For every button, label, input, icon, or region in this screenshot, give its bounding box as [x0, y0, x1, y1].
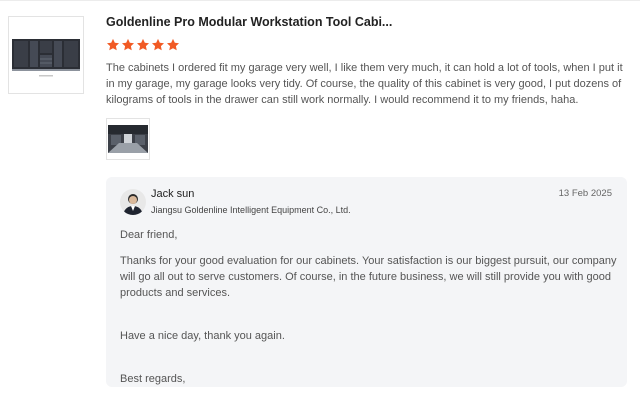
- star-rating: [106, 38, 180, 52]
- reply-body: Dear friend, Thanks for your good evalua…: [120, 227, 620, 387]
- reply-signoff: Best regards,: [120, 373, 186, 385]
- seller-reply: Jack sun Jiangsu Goldenline Intelligent …: [106, 177, 627, 387]
- star-icon: [151, 38, 165, 51]
- reply-closing: Have a nice day, thank you again.: [120, 330, 285, 342]
- reply-paragraph: Thanks for your good evaluation for our …: [120, 255, 617, 299]
- top-divider: [0, 0, 640, 1]
- reply-company: Jiangsu Goldenline Intelligent Equipment…: [151, 205, 351, 215]
- reply-date: 13 Feb 2025: [558, 188, 612, 199]
- tool-cabinet-image: [9, 17, 83, 93]
- review-photo[interactable]: [106, 118, 150, 160]
- star-icon: [106, 38, 120, 51]
- reply-author-name: Jack sun: [151, 188, 195, 200]
- star-icon: [136, 38, 150, 51]
- star-icon: [166, 38, 180, 51]
- product-thumbnail[interactable]: [8, 16, 84, 94]
- star-icon: [121, 38, 135, 51]
- reply-greeting: Dear friend,: [120, 229, 178, 241]
- review-text: The cabinets I ordered fit my garage ver…: [106, 62, 623, 106]
- avatar: [120, 189, 146, 215]
- product-title[interactable]: Goldenline Pro Modular Workstation Tool …: [106, 15, 626, 29]
- avatar-icon: [120, 189, 146, 215]
- garage-photo: [107, 119, 149, 159]
